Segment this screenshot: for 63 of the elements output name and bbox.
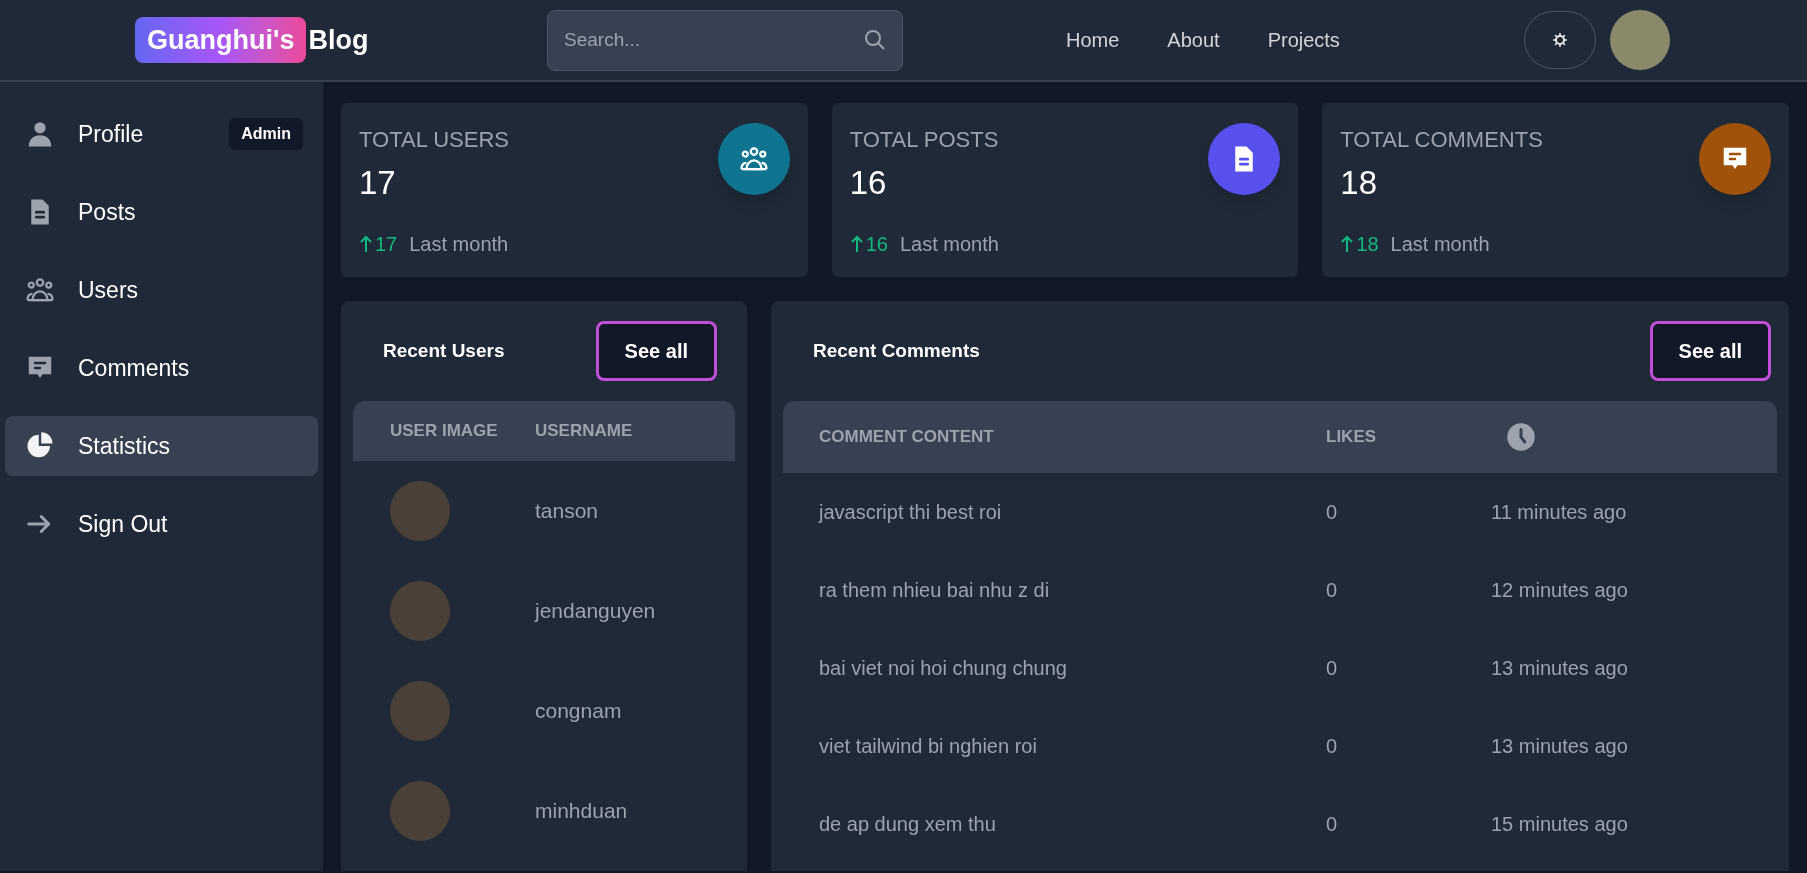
time-cell-text: 11 minutes ago bbox=[1491, 500, 1627, 525]
username-cell-text: jendanguyen bbox=[535, 598, 656, 625]
time-cell-text: 12 minutes ago bbox=[1491, 578, 1628, 603]
sidebar-item[interactable]: Comments bbox=[5, 338, 318, 398]
up-arrow-icon bbox=[359, 235, 373, 253]
logo-text[interactable]: Blog bbox=[308, 19, 369, 61]
comment-cell-text: de ap dung xem thu bbox=[819, 812, 997, 837]
likes-cell-text: 0 bbox=[1326, 578, 1339, 603]
likes-cell-text: 0 bbox=[1326, 500, 1339, 525]
see-all-button[interactable]: See all bbox=[1649, 321, 1771, 381]
avatar-photo-placeholder[interactable] bbox=[1610, 10, 1670, 70]
stat-value: 17 bbox=[359, 163, 397, 203]
time-cell-text: 15 minutes ago bbox=[1491, 812, 1628, 837]
likes-cell-text: 0 bbox=[1326, 812, 1339, 837]
panel-title: Recent Comments bbox=[813, 338, 980, 363]
comment-cell-text: viet tailwind bi nghien roi bbox=[819, 734, 1038, 759]
username-cell-text: congnam bbox=[535, 698, 622, 725]
sidebar-item[interactable]: Posts bbox=[5, 182, 318, 242]
username-cell-text: tanson bbox=[535, 498, 599, 525]
column-header: LIKES bbox=[1326, 426, 1378, 449]
period-label: Last month bbox=[409, 232, 509, 257]
sidebar-item[interactable]: Statistics bbox=[5, 416, 318, 476]
avatar-photo-placeholder bbox=[390, 781, 450, 841]
likes-cell-text: 0 bbox=[1326, 656, 1339, 681]
period-label: Last month bbox=[899, 232, 999, 257]
stat-value: 18 bbox=[1340, 163, 1379, 203]
avatar-photo-placeholder bbox=[390, 681, 450, 741]
search-field[interactable]: Search... bbox=[547, 9, 903, 71]
comment-cell-text: bai viet noi hoi chung chung bbox=[819, 656, 1068, 681]
see-all-button[interactable]: See all bbox=[595, 321, 717, 381]
avatar-photo-placeholder bbox=[390, 481, 450, 541]
up-arrow-icon bbox=[1340, 235, 1355, 253]
change-amount: 17 bbox=[359, 229, 398, 259]
nav-link[interactable]: Projects bbox=[1267, 25, 1340, 55]
stat-value: 16 bbox=[849, 163, 888, 203]
time-cell-text: 13 minutes ago bbox=[1491, 734, 1628, 759]
up-arrow-icon bbox=[849, 235, 864, 253]
avatar-photo-placeholder bbox=[390, 581, 450, 641]
comment-cell-text: javascript thi best roi bbox=[819, 500, 1003, 525]
change-amount: 16 bbox=[849, 229, 888, 259]
change-amount: 18 bbox=[1340, 229, 1379, 259]
column-header: USERNAME bbox=[535, 420, 634, 443]
column-header: COMMENT CONTENT bbox=[819, 426, 995, 449]
likes-cell-text: 0 bbox=[1326, 734, 1339, 759]
logo-badge[interactable]: Guanghui's bbox=[135, 16, 307, 64]
admin-badge: Admin bbox=[229, 118, 303, 150]
column-header: USER IMAGE bbox=[389, 420, 499, 443]
username-cell-text: minhduan bbox=[535, 798, 628, 825]
search-icon bbox=[863, 27, 887, 52]
gear-icon bbox=[1552, 32, 1568, 48]
sidebar-item[interactable]: Users bbox=[5, 260, 318, 320]
stat-title: TOTAL POSTS bbox=[849, 126, 999, 154]
nav-link[interactable]: About bbox=[1167, 25, 1220, 55]
nav-link[interactable]: Home bbox=[1066, 25, 1120, 55]
clock-icon bbox=[1506, 422, 1536, 452]
stat-title: TOTAL USERS bbox=[359, 126, 509, 154]
panel-title: Recent Users bbox=[383, 338, 505, 363]
sidebar-item[interactable]: Profile Admin bbox=[5, 104, 318, 164]
comment-cell-text: ra them nhieu bai nhu z di bbox=[819, 578, 1051, 603]
time-cell-text: 13 minutes ago bbox=[1491, 656, 1628, 681]
stat-title: TOTAL COMMENTS bbox=[1340, 126, 1543, 154]
period-label: Last month bbox=[1390, 232, 1490, 257]
sidebar-item[interactable]: Sign Out bbox=[5, 494, 318, 554]
